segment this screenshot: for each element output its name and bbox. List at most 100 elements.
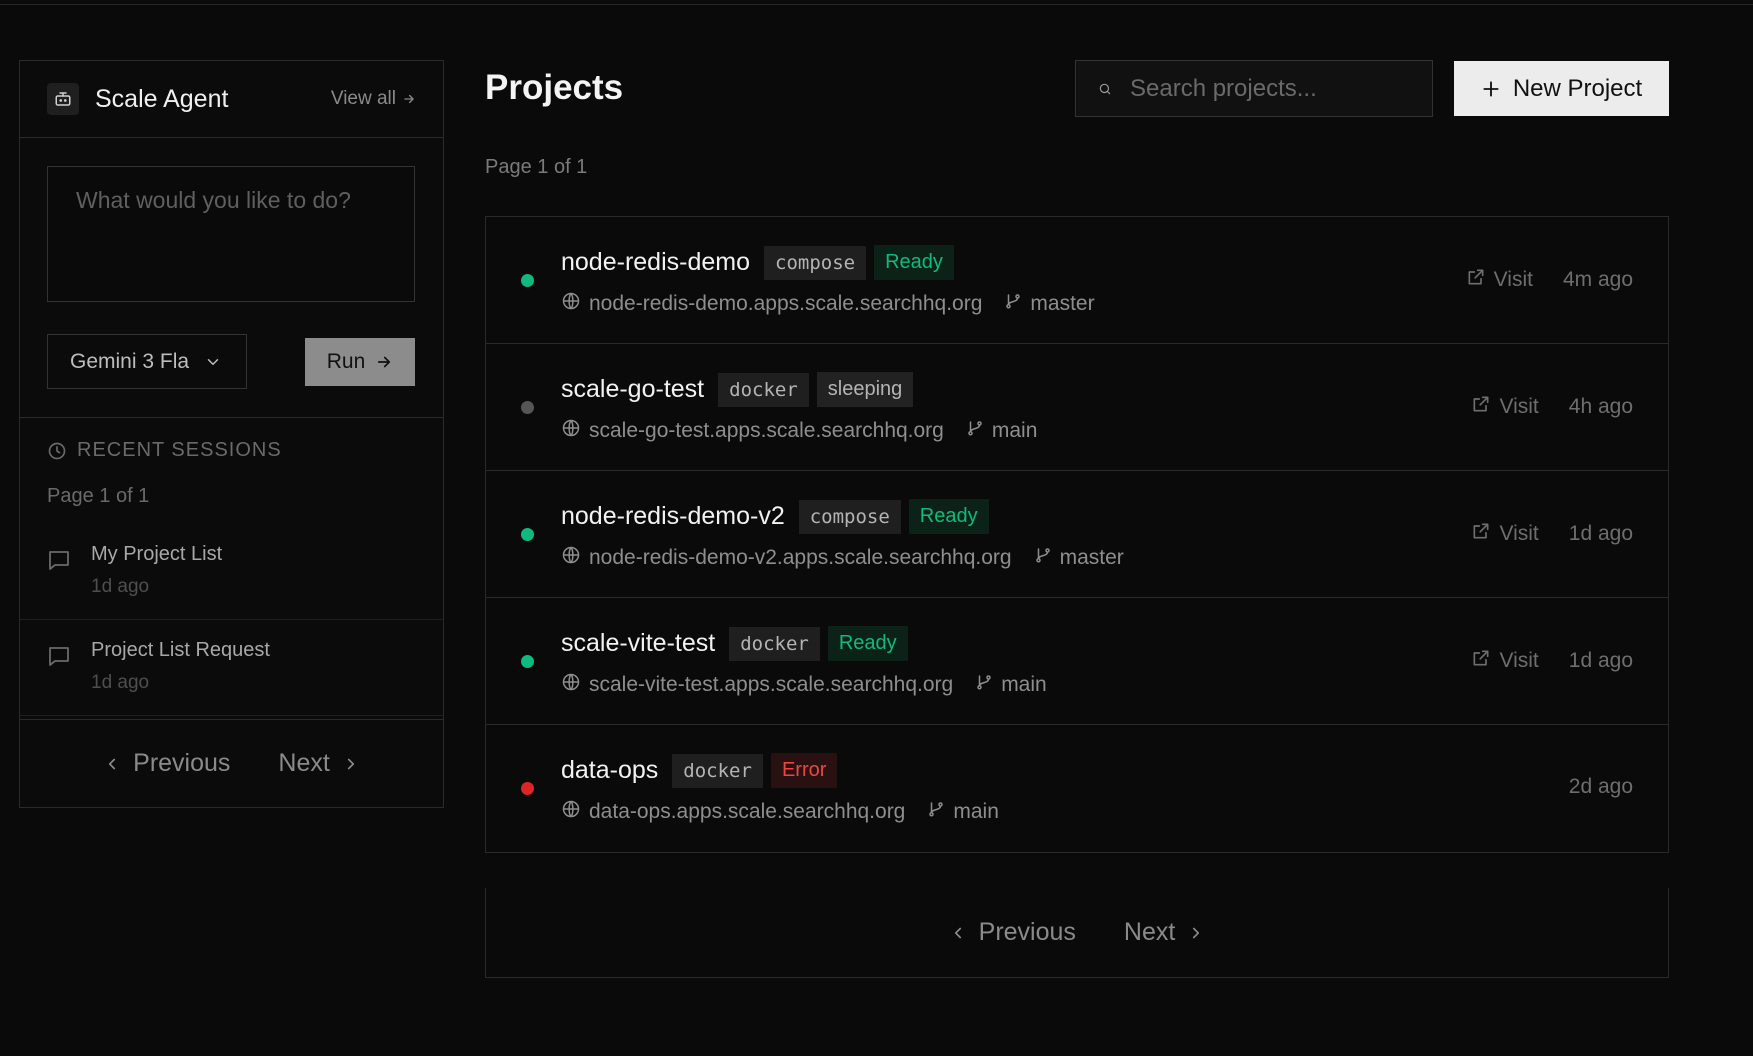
visit-link[interactable]: Visit	[1471, 521, 1539, 547]
run-button[interactable]: Run	[305, 338, 415, 386]
view-all-link[interactable]: View all	[331, 88, 416, 110]
visit-link[interactable]: Visit	[1471, 394, 1539, 420]
chevron-down-icon	[207, 358, 219, 365]
sessions-pagination: Previous Next	[20, 719, 443, 807]
sessions-next-button[interactable]: Next	[278, 749, 359, 778]
globe-icon	[561, 545, 581, 571]
agent-panel: Scale Agent View all Gemini 3 Fla Run RE…	[19, 60, 444, 808]
git-branch-icon	[966, 419, 984, 443]
status-badge: Ready	[874, 245, 954, 280]
model-select[interactable]: Gemini 3 Fla	[47, 334, 247, 389]
chevron-left-icon	[954, 927, 961, 938]
visit-label: Visit	[1499, 649, 1539, 672]
project-branch: master	[1059, 546, 1124, 569]
visit-link[interactable]: Visit	[1471, 648, 1539, 674]
visit-link[interactable]: Visit	[1466, 267, 1533, 293]
project-updated-time: 2d ago	[1568, 775, 1633, 798]
external-link-icon	[1466, 267, 1486, 293]
project-name[interactable]: node-redis-demo	[561, 248, 750, 277]
arrow-right-icon	[404, 94, 414, 104]
agent-header: Scale Agent View all	[20, 61, 443, 138]
previous-label: Previous	[978, 918, 1076, 946]
run-button-label: Run	[326, 350, 366, 373]
projects-next-button[interactable]: Next	[1124, 918, 1205, 947]
status-badge: Error	[770, 753, 838, 788]
session-item[interactable]: Project List Request 1d ago	[20, 620, 443, 716]
project-branch: master	[1030, 292, 1095, 315]
new-project-label: New Project	[1512, 74, 1643, 102]
project-name[interactable]: node-redis-demo-v2	[561, 502, 785, 531]
sessions-previous-button[interactable]: Previous	[103, 749, 230, 778]
search-box[interactable]	[1075, 60, 1433, 117]
project-type-badge: docker	[718, 372, 809, 407]
project-updated-time: 1d ago	[1568, 522, 1633, 545]
session-time: 1d ago	[91, 672, 150, 693]
project-url: scale-go-test.apps.scale.searchhq.org	[589, 419, 944, 442]
chevron-right-icon	[347, 758, 354, 769]
recent-sessions-heading: RECENT SESSIONS	[47, 439, 282, 462]
globe-icon	[561, 799, 581, 825]
git-branch-icon	[927, 800, 945, 824]
globe-icon	[561, 672, 581, 698]
session-title: My Project List	[91, 543, 223, 565]
project-url: node-redis-demo.apps.scale.searchhq.org	[589, 292, 983, 315]
project-url: node-redis-demo-v2.apps.scale.searchhq.o…	[589, 546, 1012, 569]
session-time: 1d ago	[91, 576, 150, 597]
project-branch: main	[1001, 673, 1047, 696]
search-icon	[1099, 83, 1111, 94]
status-dot	[521, 655, 534, 668]
project-name[interactable]: data-ops	[561, 756, 658, 785]
projects-page-info: Page 1 of 1	[485, 156, 588, 178]
project-updated-time: 4m ago	[1562, 268, 1633, 291]
external-link-icon	[1471, 394, 1491, 420]
external-link-icon	[1471, 521, 1491, 547]
status-badge: sleeping	[816, 372, 914, 407]
plus-icon	[1483, 80, 1499, 97]
project-row[interactable]: node-redis-demo compose Ready node-redis…	[486, 217, 1668, 344]
git-branch-icon	[975, 673, 993, 697]
session-item[interactable]: My Project List 1d ago	[20, 524, 443, 620]
project-url: data-ops.apps.scale.searchhq.org	[589, 800, 906, 823]
recent-sessions-label: RECENT SESSIONS	[77, 439, 282, 461]
project-name[interactable]: scale-go-test	[561, 375, 704, 404]
clock-icon	[48, 442, 66, 459]
projects-pagination: Previous Next	[485, 888, 1669, 978]
projects-previous-button[interactable]: Previous	[949, 918, 1076, 947]
visit-label: Visit	[1499, 395, 1539, 418]
divider	[20, 417, 443, 418]
bot-icon	[47, 83, 79, 115]
git-branch-icon	[1034, 546, 1052, 570]
prompt-input[interactable]	[47, 166, 415, 302]
globe-icon	[561, 418, 581, 444]
page-title: Projects	[485, 68, 624, 107]
external-link-icon	[1471, 648, 1491, 674]
project-row[interactable]: scale-vite-test docker Ready scale-vite-…	[486, 598, 1668, 725]
status-dot	[521, 274, 534, 287]
search-input[interactable]	[1130, 74, 1410, 103]
next-label: Next	[278, 749, 330, 777]
project-type-badge: docker	[672, 753, 763, 788]
project-url: scale-vite-test.apps.scale.searchhq.org	[589, 673, 954, 696]
status-dot	[521, 401, 534, 414]
project-row[interactable]: data-ops docker Error data-ops.apps.scal…	[486, 725, 1668, 852]
project-type-badge: compose	[764, 245, 867, 280]
chat-bubble-icon	[49, 647, 69, 666]
globe-icon	[561, 291, 581, 317]
project-type-badge: docker	[729, 626, 820, 661]
sessions-page-info: Page 1 of 1	[47, 485, 150, 507]
project-list: node-redis-demo compose Ready node-redis…	[485, 216, 1669, 853]
chat-bubble-icon	[49, 551, 69, 570]
model-select-value: Gemini 3 Fla	[70, 349, 190, 373]
status-badge: Ready	[827, 626, 908, 661]
project-row[interactable]: node-redis-demo-v2 compose Ready node-re…	[486, 471, 1668, 598]
chevron-left-icon	[109, 758, 116, 769]
project-name[interactable]: scale-vite-test	[561, 629, 715, 658]
project-row[interactable]: scale-go-test docker sleeping scale-go-t…	[486, 344, 1668, 471]
next-label: Next	[1123, 918, 1176, 946]
status-dot	[521, 528, 534, 541]
project-updated-time: 1d ago	[1568, 649, 1633, 672]
agent-title: Scale Agent	[95, 84, 229, 113]
view-all-label: View all	[330, 88, 396, 109]
new-project-button[interactable]: New Project	[1454, 61, 1669, 116]
status-dot	[521, 782, 534, 795]
